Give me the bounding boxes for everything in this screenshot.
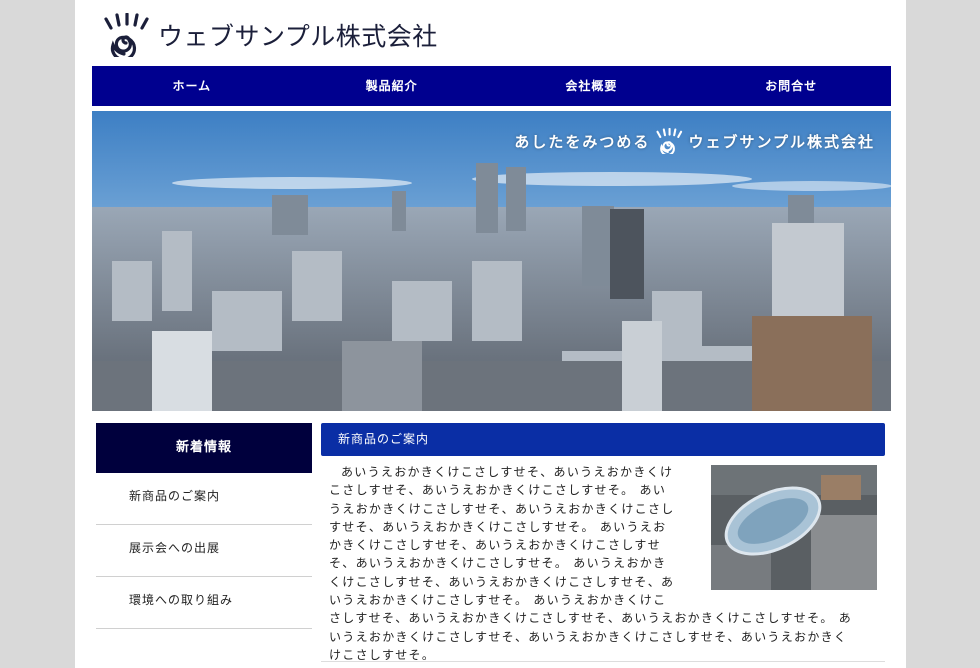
page-container: ウェブサンプル株式会社 ホーム 製品紹介 会社概要 お問合せ あしたをみつめる …	[75, 0, 906, 668]
sidebar-item-environment[interactable]: 環境への取り組み	[96, 577, 312, 629]
sidebar-item-exhibition[interactable]: 展示会への出展	[96, 525, 312, 577]
sidebar-heading: 新着情報	[96, 423, 312, 473]
nav-company[interactable]: 会社概要	[492, 66, 692, 106]
hero-tagline: あしたをみつめる ウェブサンプル株式会社	[514, 127, 875, 155]
tagline-company: ウェブサンプル株式会社	[688, 132, 875, 151]
company-name: ウェブサンプル株式会社	[158, 22, 438, 51]
sidebar-list: 新商品のご案内 展示会への出展 環境への取り組み	[96, 473, 312, 629]
city-skyline-photo	[92, 111, 891, 411]
eye-swirl-logo-icon	[656, 128, 683, 154]
main-nav: ホーム 製品紹介 会社概要 お問合せ	[92, 66, 891, 106]
oval-glass-roof-building-photo	[711, 465, 877, 590]
site-logo[interactable]: ウェブサンプル株式会社	[100, 12, 438, 58]
nav-home[interactable]: ホーム	[92, 66, 292, 106]
nav-products[interactable]: 製品紹介	[292, 66, 492, 106]
content-divider	[321, 661, 885, 662]
main-heading: 新商品のご案内	[321, 423, 885, 456]
sidebar-item-new-products[interactable]: 新商品のご案内	[96, 473, 312, 525]
nav-contact[interactable]: お問合せ	[691, 66, 891, 106]
hero-banner: あしたをみつめる ウェブサンプル株式会社	[92, 111, 891, 411]
eye-swirl-logo-icon	[104, 13, 149, 57]
tagline-prefix: あしたをみつめる	[514, 132, 651, 151]
